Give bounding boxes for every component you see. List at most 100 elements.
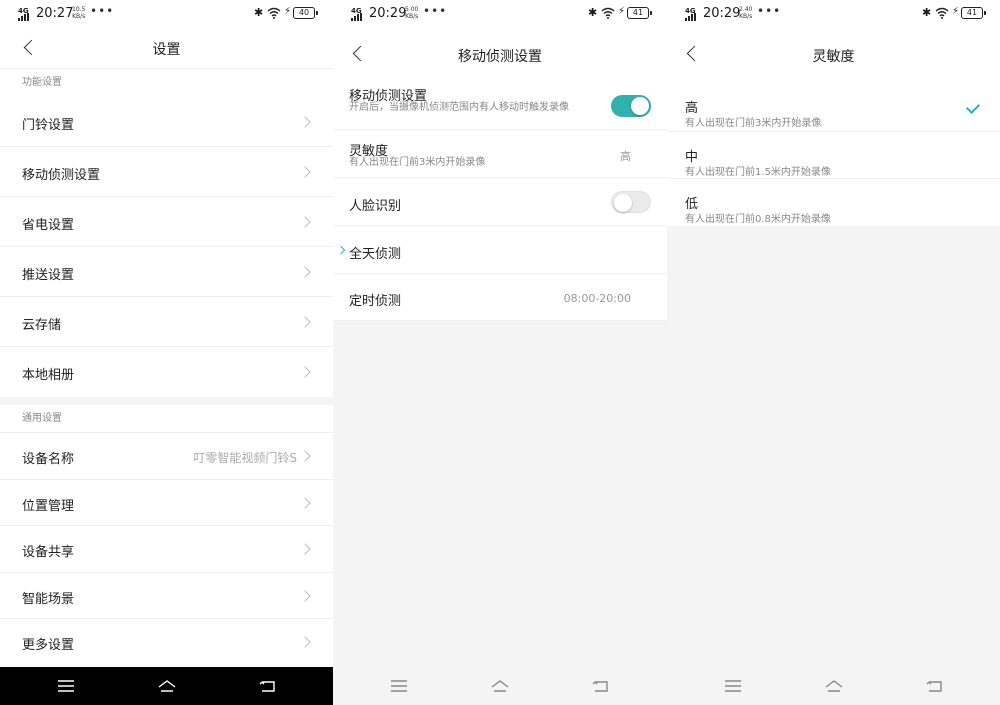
- battery-icon: 41: [961, 7, 986, 19]
- wifi-icon: [601, 7, 615, 19]
- allday-detection-row[interactable]: 全天侦测: [333, 226, 667, 274]
- chevron-right-icon: [301, 216, 311, 228]
- chevron-right-icon: [301, 450, 311, 462]
- header: 移动侦测设置: [333, 28, 667, 80]
- allday-detection-label: 全天侦测: [349, 247, 402, 262]
- settings-item-motion-detection[interactable]: 移动侦测设置: [0, 147, 333, 197]
- sensitivity-row[interactable]: 灵敏度 有人出现在门前3米内开始录像 高: [333, 130, 667, 178]
- sensitivity-option-medium[interactable]: 中 有人出现在门前1.5米内开始录像: [667, 132, 1000, 179]
- settings-item-more[interactable]: 更多设置: [0, 619, 333, 667]
- option-desc: 有人出现在门前3米内开始录像: [685, 118, 822, 129]
- chevron-right-icon: [301, 497, 311, 509]
- chevron-right-icon: [301, 316, 311, 328]
- charging-icon: ⚡: [952, 6, 960, 17]
- settings-item-label: 省电设置: [22, 218, 75, 233]
- more-dots: •••: [757, 4, 782, 18]
- chevron-right-icon: [301, 636, 311, 648]
- settings-item-label: 云存储: [22, 318, 62, 333]
- option-desc: 有人出现在门前0.8米内开始录像: [685, 214, 831, 225]
- checkmark-icon: [968, 102, 982, 112]
- bluetooth-icon: ✱: [588, 6, 598, 19]
- header: 灵敏度: [667, 28, 1000, 80]
- section-gap: [0, 397, 333, 405]
- charging-icon: ⚡: [284, 6, 292, 17]
- settings-item-location[interactable]: 位置管理: [0, 480, 333, 526]
- settings-item-device-share[interactable]: 设备共享: [0, 526, 333, 573]
- chevron-right-icon: [301, 366, 311, 378]
- sensitivity-screen: 4G 20:29 2.40 KB/s ••• ✱ ⚡ 41 灵敏度 高 有人出现在…: [667, 0, 1000, 705]
- section-label-function: 功能设置: [0, 69, 333, 97]
- chevron-right-icon: [301, 543, 311, 555]
- settings-item-power-saving[interactable]: 省电设置: [0, 197, 333, 247]
- back-nav-icon[interactable]: [926, 678, 944, 694]
- face-recognition-row: 人脸识别: [333, 178, 667, 226]
- settings-item-label: 设备名称: [22, 452, 75, 467]
- header: 设置: [0, 28, 333, 68]
- settings-item-smart-scene[interactable]: 智能场景: [0, 573, 333, 619]
- spacer: [667, 80, 1000, 90]
- settings-screen: 4G 20:27 10.5 KB/s ••• ✱ ⚡ 40 设置 功能设置 门铃设…: [0, 0, 333, 705]
- back-nav-icon[interactable]: [592, 678, 610, 694]
- system-nav-bar: [333, 667, 667, 705]
- sensitivity-value: 高: [620, 150, 631, 163]
- settings-item-label: 门铃设置: [22, 118, 75, 133]
- settings-item-label: 本地相册: [22, 368, 75, 383]
- toggle-knob: [631, 97, 649, 115]
- page-title: 移动侦测设置: [458, 49, 542, 65]
- back-nav-icon[interactable]: [259, 678, 277, 694]
- net-speed: 2.40 KB/s: [739, 6, 753, 20]
- chevron-right-icon: [301, 590, 311, 602]
- signal-icon: [18, 13, 32, 21]
- device-name-value: 叮零智能视频门铃S: [193, 451, 297, 465]
- bluetooth-icon: ✱: [922, 6, 932, 19]
- sensitivity-option-high[interactable]: 高 有人出现在门前3米内开始录像: [667, 90, 1000, 132]
- chevron-right-icon: [301, 116, 311, 128]
- wifi-icon: [935, 7, 949, 19]
- scheduled-detection-row[interactable]: 定时侦测 08:00-20:00: [333, 274, 667, 321]
- clock: 20:29: [703, 6, 741, 21]
- more-dots: •••: [90, 4, 115, 18]
- battery-icon: 40: [293, 7, 318, 19]
- home-icon[interactable]: [490, 678, 510, 694]
- motion-detection-toggle[interactable]: [611, 95, 651, 117]
- settings-item-device-name[interactable]: 设备名称 叮零智能视频门铃S: [0, 433, 333, 480]
- charging-icon: ⚡: [618, 6, 626, 17]
- clock: 20:27: [36, 6, 74, 21]
- menu-icon[interactable]: [724, 678, 742, 694]
- face-recognition-toggle[interactable]: [611, 191, 651, 213]
- sensitivity-desc: 有人出现在门前3米内开始录像: [349, 157, 486, 168]
- toggle-knob: [614, 194, 632, 212]
- system-nav-bar: [667, 667, 1000, 705]
- net-speed: 5.00 KB/s: [405, 6, 419, 20]
- settings-item-cloud-storage[interactable]: 云存储: [0, 297, 333, 347]
- clock: 20:29: [369, 6, 407, 21]
- battery-icon: 41: [627, 7, 652, 19]
- bluetooth-icon: ✱: [254, 6, 264, 19]
- sensitivity-option-low[interactable]: 低 有人出现在门前0.8米内开始录像: [667, 179, 1000, 226]
- motion-detection-row: 移动侦测设置 开启后，当摄像机侦测范围内有人移动时触发录像: [333, 80, 667, 130]
- settings-item-doorbell[interactable]: 门铃设置: [0, 97, 333, 147]
- page-title: 灵敏度: [812, 49, 855, 65]
- menu-icon[interactable]: [390, 678, 408, 694]
- settings-item-push[interactable]: 推送设置: [0, 247, 333, 297]
- signal-icon: [685, 13, 699, 21]
- chevron-right-icon: [641, 149, 651, 161]
- chevron-right-icon: [301, 166, 311, 178]
- settings-item-label: 位置管理: [22, 499, 75, 514]
- home-icon[interactable]: [157, 678, 177, 694]
- status-bar: 4G 20:27 10.5 KB/s ••• ✱ ⚡ 40: [0, 0, 333, 28]
- scheduled-detection-value: 08:00-20:00: [563, 292, 631, 305]
- section-label-general: 通用设置: [0, 405, 333, 433]
- chevron-right-icon: [301, 266, 311, 278]
- motion-detection-screen: 4G 20:29 5.00 KB/s ••• ✱ ⚡ 41 移动侦测设置 移动侦测…: [333, 0, 667, 705]
- settings-item-label: 智能场景: [22, 592, 75, 607]
- face-recognition-label: 人脸识别: [349, 199, 402, 214]
- menu-icon[interactable]: [57, 678, 75, 694]
- status-bar: 4G 20:29 5.00 KB/s ••• ✱ ⚡ 41: [333, 0, 667, 28]
- page-title: 设置: [152, 42, 181, 58]
- settings-item-local-album[interactable]: 本地相册: [0, 347, 333, 397]
- home-icon[interactable]: [824, 678, 844, 694]
- signal-icon: [351, 13, 365, 21]
- settings-item-label: 推送设置: [22, 268, 75, 283]
- net-speed: 10.5 KB/s: [72, 6, 86, 20]
